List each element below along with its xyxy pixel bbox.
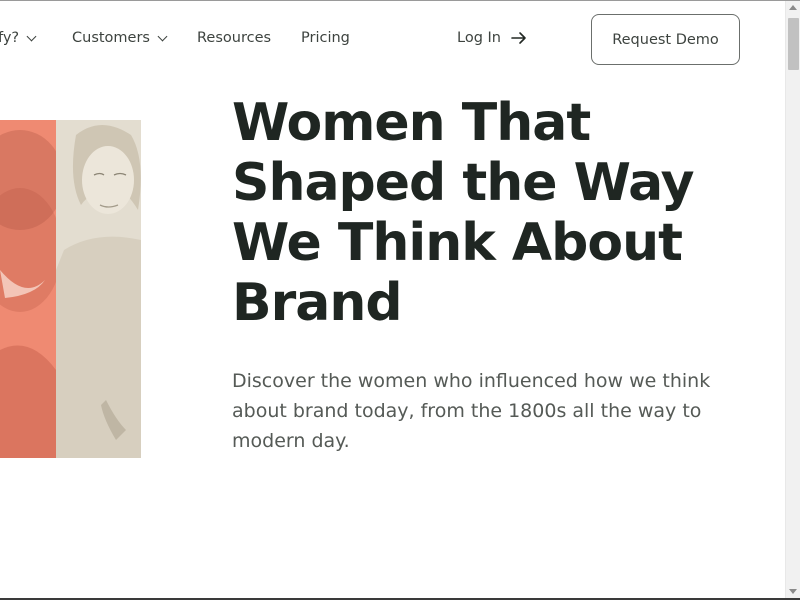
arrow-right-icon — [511, 32, 526, 44]
portrait-illustration — [56, 120, 141, 458]
nav-item-label: fy? — [0, 30, 20, 46]
portrait-panel-coral — [0, 120, 64, 458]
page-subtitle: Discover the women who influenced how we… — [232, 370, 711, 452]
page-title: Women That Shaped the Way We Think About… — [232, 93, 695, 333]
request-demo-button[interactable]: Request Demo — [591, 14, 740, 65]
hero-image — [0, 120, 141, 458]
nav-item-label: Resources — [197, 30, 272, 46]
portrait-illustration — [0, 120, 64, 458]
nav-item-why[interactable]: fy? — [0, 30, 37, 46]
nav-item-label: Customers — [72, 30, 150, 46]
nav-item-resources[interactable]: Resources — [197, 30, 271, 46]
scrollbar-thumb[interactable] — [788, 18, 799, 70]
nav-item-customers[interactable]: Customers — [72, 30, 168, 46]
login-label: Log In — [457, 30, 501, 46]
chevron-down-icon — [26, 31, 37, 41]
scroll-up-icon[interactable] — [789, 5, 797, 10]
main-nav: fy? Customers Resources Pricing Log In R… — [0, 0, 785, 80]
login-link[interactable]: Log In — [457, 30, 527, 46]
nav-item-label: Pricing — [301, 30, 350, 46]
nav-item-pricing[interactable]: Pricing — [301, 30, 350, 46]
vertical-scrollbar[interactable] — [785, 1, 800, 598]
chevron-down-icon — [157, 31, 168, 41]
scroll-down-icon[interactable] — [789, 589, 797, 594]
portrait-panel-beige — [56, 120, 141, 458]
